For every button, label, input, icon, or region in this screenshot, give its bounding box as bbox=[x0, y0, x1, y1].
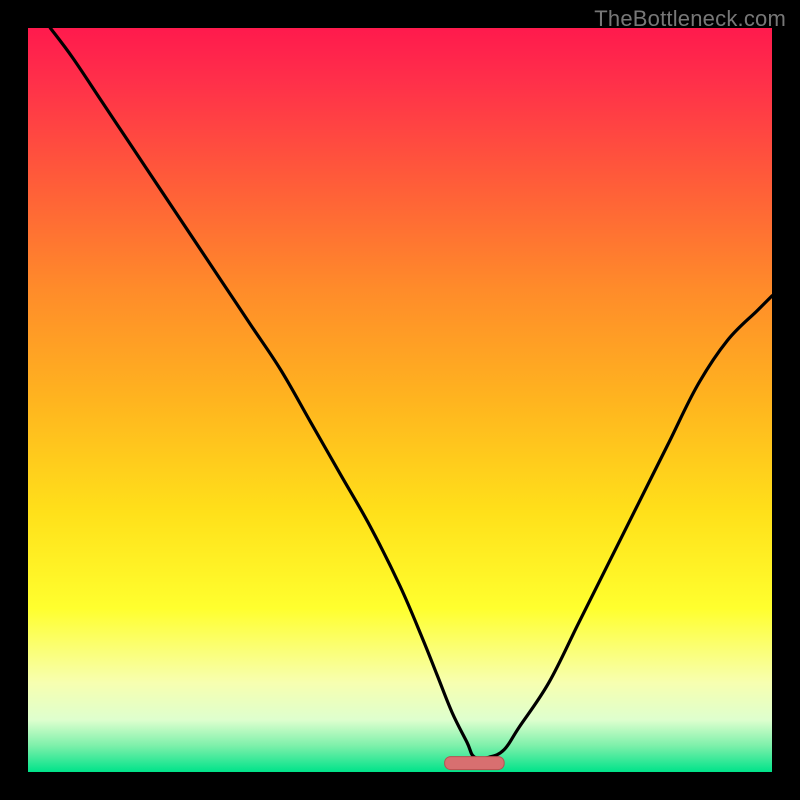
gradient-background bbox=[28, 28, 772, 772]
bottleneck-chart bbox=[28, 28, 772, 772]
plot-area bbox=[28, 28, 772, 772]
chart-frame: TheBottleneck.com bbox=[0, 0, 800, 800]
optimal-range-marker bbox=[445, 757, 505, 770]
